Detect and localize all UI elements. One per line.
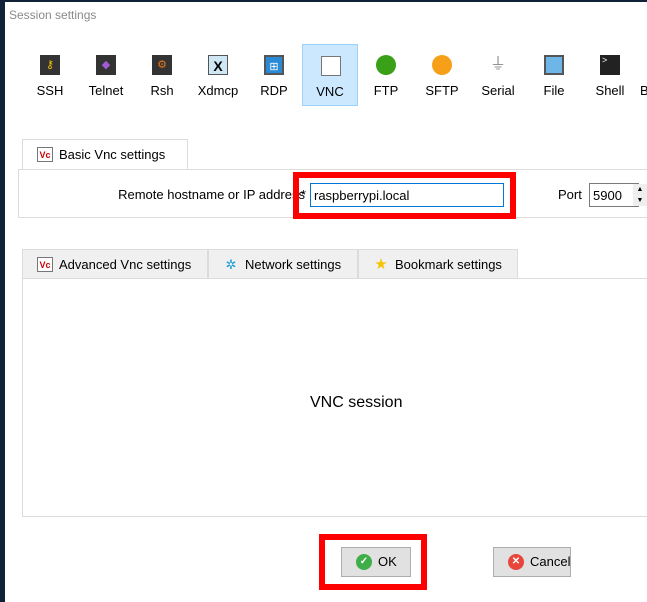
plug-icon: ⏚ (489, 56, 506, 73)
orange-globe-icon (432, 55, 452, 75)
tool-xdmcp[interactable]: X Xdmcp (190, 44, 246, 106)
tool-label: File (543, 83, 565, 98)
vnc-monitor-icon: Vc (321, 56, 341, 76)
tool-label: VNC (316, 84, 344, 99)
session-settings-window: Session settings ⚷ SSH ◆ Telnet ⚙ Rsh X Xdmc… (5, 2, 647, 602)
tool-more[interactable]: B (638, 44, 647, 106)
port-spinner[interactable]: ▲ ▼ (633, 184, 647, 206)
tool-label: Rsh (150, 83, 174, 98)
cancel-label: Cancel (530, 554, 571, 569)
tool-label: Shell (595, 83, 625, 98)
tool-ssh[interactable]: ⚷ SSH (22, 44, 78, 106)
key-icon: ⚷ (40, 55, 60, 75)
globe-monitor-icon (544, 55, 564, 75)
vnc-icon: Vc (37, 257, 53, 272)
network-icon: ✲ (225, 257, 237, 272)
content-panel: VNC session (22, 278, 647, 517)
close-icon: ✕ (508, 554, 524, 570)
tool-rsh[interactable]: ⚙ Rsh (134, 44, 190, 106)
highlight-host (293, 172, 516, 219)
tool-ftp[interactable]: FTP (358, 44, 414, 106)
terminal-icon: > (600, 55, 620, 75)
tab-advanced-vnc-settings[interactable]: Vc Advanced Vnc settings (22, 249, 208, 278)
tool-label: B (640, 83, 647, 98)
window-title: Session settings (9, 8, 97, 22)
star-icon: ★ (374, 256, 388, 273)
vnc-icon: Vc (37, 147, 53, 162)
tool-rdp[interactable]: ⊞ RDP (246, 44, 302, 106)
tab-basic-vnc-settings[interactable]: Vc Basic Vnc settings (22, 139, 188, 170)
tool-label: Serial (481, 83, 515, 98)
tool-label: Telnet (88, 83, 124, 98)
highlight-ok (319, 534, 427, 590)
tool-label: RDP (260, 83, 288, 98)
tab-label: Advanced Vnc settings (59, 257, 192, 272)
tool-vnc[interactable]: Vc VNC (302, 44, 358, 106)
tool-telnet[interactable]: ◆ Telnet (78, 44, 134, 106)
tab-network-settings[interactable]: ✲ Network settings (208, 249, 358, 278)
port-input[interactable]: 5900 (589, 183, 639, 207)
windows-monitor-icon: ⊞ (264, 55, 284, 75)
tool-file[interactable]: File (526, 44, 582, 106)
gem-icon: ◆ (96, 55, 116, 75)
cancel-button[interactable]: ✕ Cancel (493, 547, 571, 577)
gears-icon: ⚙ (152, 55, 172, 75)
tab-label: Basic Vnc settings (59, 147, 166, 162)
x-monitor-icon: X (208, 55, 228, 75)
port-value: 5900 (593, 188, 622, 203)
tool-serial[interactable]: ⏚ Serial (470, 44, 526, 106)
tab-label: Network settings (245, 257, 342, 272)
tool-label: SSH (36, 83, 64, 98)
tool-label: FTP (373, 83, 399, 98)
green-globe-icon (376, 55, 396, 75)
tool-label: Xdmcp (197, 83, 239, 98)
tool-sftp[interactable]: SFTP (414, 44, 470, 106)
host-label: Remote hostname or IP address (118, 187, 305, 202)
tab-label: Bookmark settings (395, 257, 502, 272)
tab-bookmark-settings[interactable]: ★ Bookmark settings (358, 249, 518, 278)
tool-label: SFTP (425, 83, 459, 98)
port-label: Port (558, 187, 582, 202)
session-type-text: VNC session (310, 394, 403, 411)
tool-shell[interactable]: > Shell (582, 44, 638, 106)
